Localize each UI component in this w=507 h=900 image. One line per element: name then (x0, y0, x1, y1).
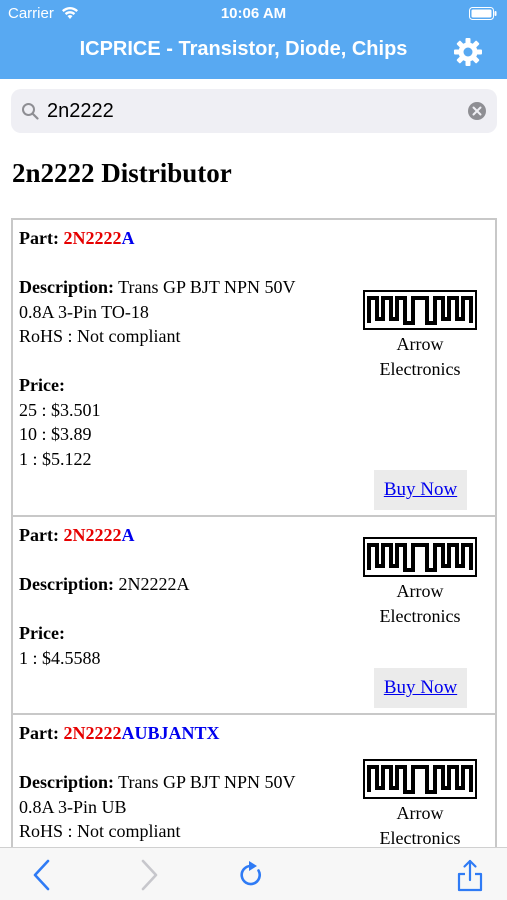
result-card: Part: 2N2222AUBJANTX Description: Trans … (13, 715, 495, 848)
price-label: Price: (19, 623, 65, 643)
navigation-bar: Carrier 10:06 AM ICPRICE - Transistor, D… (0, 0, 507, 79)
buy-now-link[interactable]: Buy Now (374, 668, 467, 708)
part-line: Part: 2N2222A (19, 523, 339, 548)
distributor-name-continued: Electronics (379, 827, 461, 848)
clock: 10:06 AM (220, 5, 287, 22)
description-text: 2N2222A (118, 574, 190, 594)
result-card: Part: 2N2222A Description: Trans GP BJT … (13, 220, 495, 517)
distributor-name: Arrow (396, 334, 444, 354)
distributor-name: Arrow (396, 581, 444, 601)
distributor-name-continued: Electronics (379, 358, 461, 379)
chevron-left-icon[interactable] (28, 858, 58, 892)
part-number-suffix: AUBJANTX (121, 723, 220, 743)
price-break: 25 : $3.501 (19, 399, 101, 420)
part-line: Part: 2N2222AUBJANTX (19, 721, 339, 746)
distributor: Arrow Electronics (353, 759, 487, 848)
part-label: Part: (19, 723, 59, 743)
result-card: Part: 2N2222A Description: 2N2222A Price… (13, 517, 495, 715)
description-text-continued: 0.8A 3-Pin UB (19, 796, 127, 817)
distributor: Arrow Electronics (353, 290, 487, 381)
page-title: 2n2222 Distributor (12, 158, 232, 188)
description-line: Description: 2N2222A (19, 572, 339, 597)
app-title: ICPRICE - Transistor, Diode, Chips (79, 38, 408, 60)
description-label: Description: (19, 277, 114, 297)
status-bar: Carrier 10:06 AM (0, 0, 507, 28)
description-label: Description: (19, 772, 114, 792)
description-text: Trans GP BJT NPN 50V (118, 772, 296, 792)
description-label: Description: (19, 574, 114, 594)
description-line: Description: Trans GP BJT NPN 50V (19, 275, 339, 300)
distributor-name: Arrow (396, 803, 444, 823)
clear-icon[interactable] (467, 101, 487, 121)
part-number-suffix: A (121, 525, 135, 545)
distributor: Arrow Electronics (353, 537, 487, 628)
gear-icon[interactable] (453, 37, 483, 67)
arrow-logo (363, 290, 477, 330)
result-details: Part: 2N2222A Description: 2N2222A Price… (19, 523, 339, 670)
share-icon[interactable] (455, 858, 485, 892)
battery-icon (469, 7, 497, 20)
buy-now-link[interactable]: Buy Now (374, 470, 467, 510)
part-label: Part: (19, 228, 59, 248)
description-text: Trans GP BJT NPN 50V (118, 277, 296, 297)
part-label: Part: (19, 525, 59, 545)
part-number-match: 2N2222 (63, 723, 122, 743)
reload-icon[interactable] (236, 858, 266, 892)
description-line: Description: Trans GP BJT NPN 50V (19, 770, 339, 795)
chevron-right-icon[interactable] (133, 858, 163, 892)
part-line: Part: 2N2222A (19, 226, 339, 251)
result-details: Part: 2N2222A Description: Trans GP BJT … (19, 226, 339, 471)
distributor-name-continued: Electronics (379, 605, 461, 626)
results-list: Part: 2N2222A Description: Trans GP BJT … (11, 218, 497, 848)
search-input[interactable] (47, 95, 457, 127)
search-bar (0, 79, 507, 143)
price-label: Price: (19, 375, 65, 395)
arrow-logo (363, 537, 477, 577)
price-break: 1 : $4.5588 (19, 647, 101, 668)
search-field[interactable] (11, 89, 497, 133)
price-break: 10 : $3.89 (19, 424, 92, 444)
result-details: Part: 2N2222AUBJANTX Description: Trans … (19, 721, 339, 844)
part-number-match: 2N2222 (63, 228, 122, 248)
price-break: 1 : $5.122 (19, 448, 92, 469)
browser-toolbar (0, 847, 507, 900)
rohs-status: RoHS : Not compliant (19, 821, 181, 841)
rohs-status: RoHS : Not compliant (19, 326, 181, 346)
arrow-logo (363, 759, 477, 799)
part-number-match: 2N2222 (63, 525, 122, 545)
part-number-suffix: A (121, 228, 135, 248)
description-text-continued: 0.8A 3-Pin TO-18 (19, 301, 149, 322)
search-icon (22, 103, 39, 120)
